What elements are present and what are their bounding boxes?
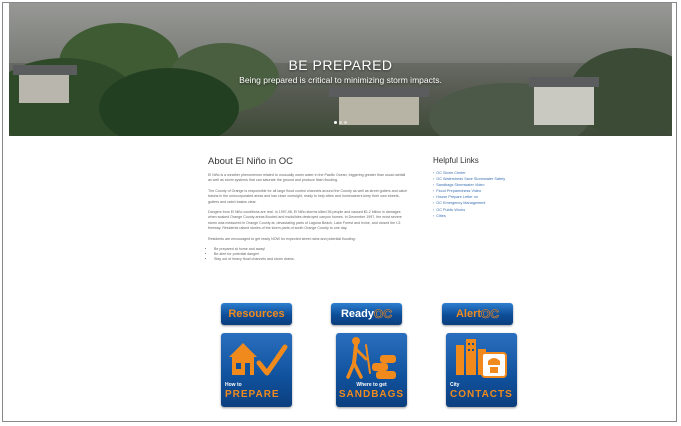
contacts-small-label: City <box>450 382 460 388</box>
hero-banner: BE PREPARED Being prepared is critical t… <box>9 3 672 136</box>
city-contacts-tile[interactable]: City CONTACTS <box>446 333 517 407</box>
about-bullet: Stay out of heavy flood channels and sto… <box>214 257 408 262</box>
helpful-links-heading: Helpful Links <box>433 156 479 165</box>
sandbag-worker-icon <box>346 337 396 379</box>
helpful-links-list: OC Storm Center OC Watersheds Save Storm… <box>433 170 543 219</box>
alertoc-button[interactable]: Alert OC <box>442 303 513 325</box>
readyoc-oc-label: OC <box>374 307 393 322</box>
slide-dot[interactable] <box>344 121 347 124</box>
city-phone-icon <box>456 339 507 378</box>
slide-dot[interactable] <box>339 121 342 124</box>
hero-subtitle: Being prepared is critical to minimizing… <box>239 75 442 85</box>
sandbags-small-label: Where to get <box>356 382 387 388</box>
hero-house <box>534 85 594 125</box>
about-paragraph: Residents are encouraged to get ready NO… <box>208 236 356 241</box>
readyoc-label: Ready <box>340 308 375 320</box>
about-paragraph: Dangers from El Niño conditions are real… <box>208 210 402 231</box>
resources-label: Resources <box>228 308 285 320</box>
about-heading: About El Niño in OC <box>208 156 294 167</box>
house-check-icon <box>229 343 288 376</box>
alertoc-oc-label: OC <box>481 307 500 322</box>
about-bullets: Be prepared at home and away! Be alert f… <box>208 247 408 263</box>
how-to-prepare-tile[interactable]: How to PREPARE <box>221 333 292 407</box>
hero-title: BE PREPARED <box>288 57 393 73</box>
prepare-small-label: How to <box>225 382 242 388</box>
readyoc-button[interactable]: Ready OC <box>331 303 402 325</box>
sandbags-big-label: SANDBAGS <box>338 389 405 400</box>
alertoc-label: Alert <box>455 308 482 320</box>
sandbags-tile[interactable]: Where to get SANDBAGS <box>336 333 407 407</box>
contacts-big-label: CONTACTS <box>450 389 513 400</box>
about-paragraph: The County of Orange is responsible for … <box>208 188 408 204</box>
about-section: About El Niño in OC El Niño is a weather… <box>208 156 408 263</box>
slide-dot[interactable] <box>334 121 337 124</box>
hero-roof <box>329 87 429 97</box>
helpful-links: Helpful Links OC Storm Center OC Watersh… <box>433 156 543 219</box>
resources-button[interactable]: Resources <box>221 303 292 325</box>
page-frame: BE PREPARED Being prepared is critical t… <box>2 2 677 422</box>
helpful-link[interactable]: Cities <box>433 213 543 219</box>
slide-indicator <box>9 121 672 124</box>
prepare-big-label: PREPARE <box>225 389 280 400</box>
about-paragraph: El Niño is a weather phenomenon related … <box>208 173 406 183</box>
